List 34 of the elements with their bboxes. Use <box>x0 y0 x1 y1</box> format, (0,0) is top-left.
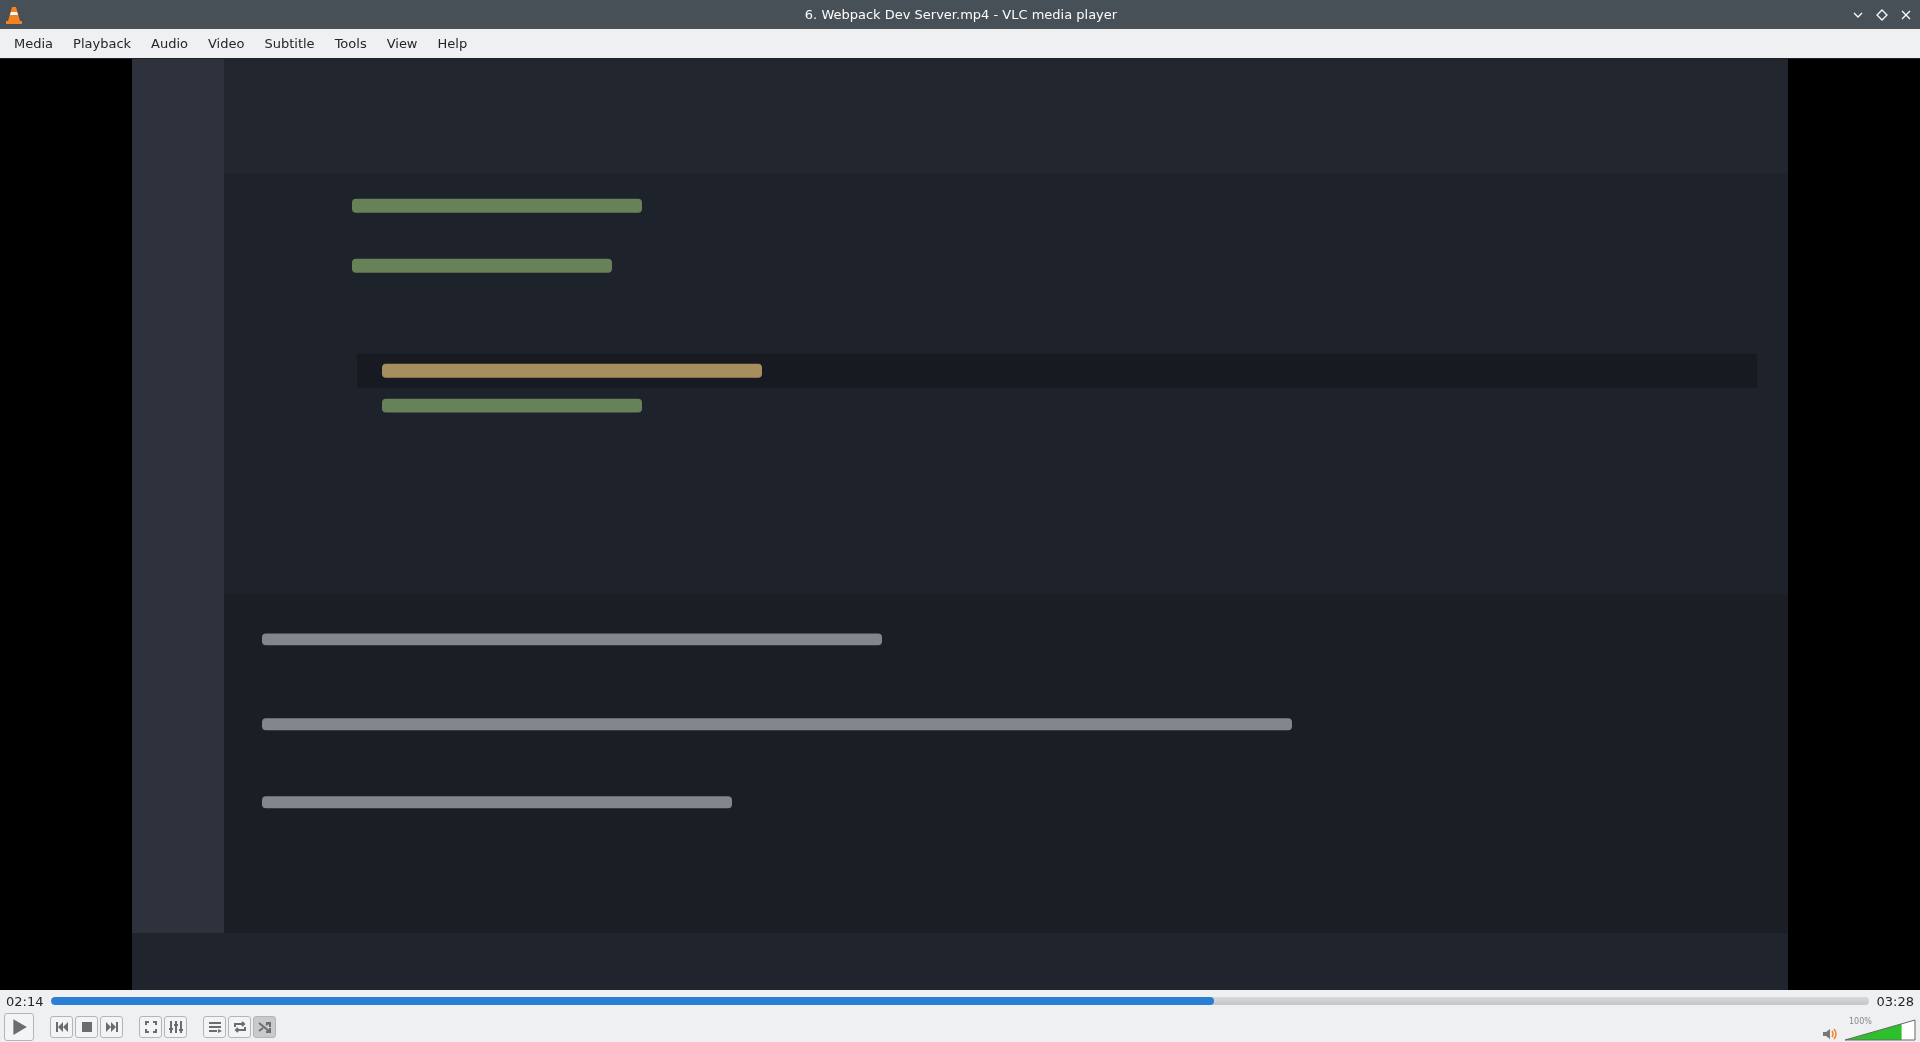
menu-item[interactable]: Playback <box>63 32 142 55</box>
fullscreen-icon <box>142 1019 159 1035</box>
elapsed-time: 02:14 <box>6 993 44 1009</box>
fullscreen-button[interactable] <box>139 1016 162 1038</box>
menu-item[interactable]: Video <box>198 32 255 55</box>
seek-bar[interactable] <box>51 997 1869 1005</box>
playlist-button[interactable] <box>203 1016 226 1038</box>
menu-item[interactable]: Tools <box>324 32 377 55</box>
diamond-icon <box>1876 8 1888 21</box>
menu-item[interactable]: View <box>376 32 428 55</box>
play-icon <box>10 1018 28 1036</box>
volume-reading: 100% <box>1849 1017 1872 1026</box>
next-button[interactable] <box>100 1016 123 1038</box>
speaker-icon <box>1822 1027 1838 1041</box>
close-icon <box>1900 8 1912 21</box>
shuffle-icon <box>256 1019 273 1035</box>
repeat-icon <box>231 1019 248 1035</box>
random-button[interactable] <box>253 1016 276 1038</box>
extended-button[interactable] <box>164 1016 187 1038</box>
menu-item[interactable]: Audio <box>141 32 198 55</box>
loop-button[interactable] <box>228 1016 251 1038</box>
stop-button[interactable] <box>75 1016 98 1038</box>
menu-item[interactable]: Subtitle <box>254 32 325 55</box>
menu-item[interactable]: Media <box>4 32 64 55</box>
equalizer-icon <box>167 1019 184 1035</box>
play-button[interactable] <box>4 1013 34 1041</box>
playlist-icon <box>206 1019 223 1035</box>
total-time: 03:28 <box>1876 993 1914 1009</box>
next-icon <box>103 1019 120 1035</box>
traffic-cone-icon <box>6 5 22 24</box>
previous-icon <box>53 1019 70 1035</box>
menu-item[interactable]: Help <box>427 32 478 55</box>
previous-button[interactable] <box>50 1016 73 1038</box>
window-title: 6. Webpack Dev Server.mp4 - VLC media player <box>803 7 1118 22</box>
